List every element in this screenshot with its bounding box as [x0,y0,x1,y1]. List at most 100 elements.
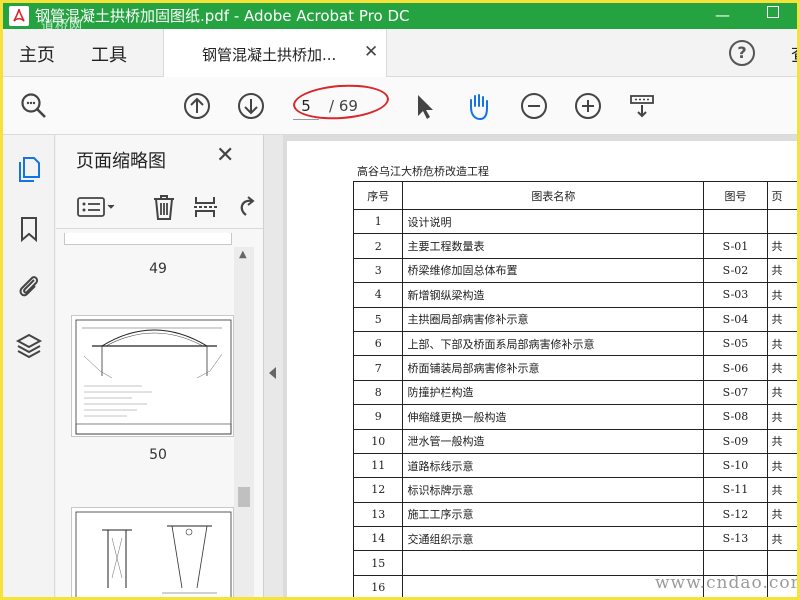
scrollbar-thumb[interactable] [238,487,250,507]
row-drawing-name: 标识标牌示意 [402,477,705,503]
hand-tool-icon[interactable] [463,91,493,121]
row-drawing-name: 伸缩缝更换一般构造 [402,404,705,430]
row-number: 2 [352,233,404,259]
document-view[interactable]: 高谷乌江大桥危桥改造工程 序号 图表名称 图号 页 1 设计说明 2 主要工程数量表 S… [283,135,797,597]
pages-icon[interactable] [15,155,43,183]
row-drawing-name: 桥梁维修加固总体布置 [402,257,705,284]
table-row: 14 交通组织示意 S-13 共 [352,526,797,552]
table-row: 1 设计说明 [352,208,797,235]
row-pages: 共 [766,452,797,479]
row-drawing-code: S-02 [703,257,768,284]
thumbnail-page-51[interactable] [71,507,234,597]
maximize-button[interactable] [767,6,779,18]
row-drawing-code: S-06 [703,355,768,381]
delete-page-icon[interactable] [150,193,178,221]
row-pages [766,208,797,235]
menu-cutoff-label[interactable]: 查 [791,41,797,67]
select-arrow-icon[interactable] [409,91,439,121]
row-drawing-code [703,550,768,576]
table-row: 3 桥梁维修加固总体布置 S-02 共 [352,257,797,284]
zoom-search-icon[interactable] [19,91,49,121]
bookmark-icon[interactable] [15,215,43,243]
pdf-page: 高谷乌江大桥危桥改造工程 序号 图表名称 图号 页 1 设计说明 2 主要工程数量表 S… [287,141,797,597]
minimize-button[interactable]: — [715,5,730,25]
table-row: 2 主要工程数量表 S-01 共 [352,233,797,259]
row-drawing-name [402,550,705,576]
row-number: 3 [352,257,404,284]
document-tab[interactable]: 钢管混凝土拱桥加... ✕ [163,29,387,77]
row-number: 10 [352,428,404,454]
table-row: 5 主拱圈局部病害修补示意 S-04 共 [352,306,797,332]
row-number: 4 [352,282,404,308]
layers-icon[interactable] [15,331,43,359]
zoom-out-icon[interactable] [519,91,549,121]
row-drawing-name: 主要工程数量表 [402,233,705,259]
row-drawing-code: S-11 [703,477,768,503]
page-down-icon[interactable] [236,91,266,121]
collapse-arrow-icon[interactable] [269,367,276,379]
row-pages: 共 [766,282,797,308]
row-pages: 共 [766,233,797,259]
row-pages: 共 [766,379,797,406]
tab-close-icon[interactable]: ✕ [364,42,378,62]
page-number-input[interactable]: 5 [293,92,319,120]
thumbnail-label-49: 49 [149,261,167,277]
document-tab-label: 钢管混凝土拱桥加... [202,46,337,64]
panel-close-icon[interactable]: ✕ [216,143,234,168]
row-pages: 共 [766,526,797,552]
panel-collapse-strip[interactable] [263,135,283,597]
table-row: 15 [352,550,797,576]
thumbnails-panel-title: 页面缩略图 [76,151,166,172]
row-drawing-code: S-05 [703,330,768,357]
help-icon[interactable]: ? [729,40,755,66]
thumbnail-options-icon[interactable] [76,193,120,221]
row-number: 6 [352,330,404,357]
row-number: 16 [352,574,404,597]
thumbnail-page-50[interactable] [71,315,234,437]
table-row: 8 防撞护栏构造 S-07 共 [352,379,797,406]
row-drawing-code: S-07 [703,379,768,406]
rotate-page-icon[interactable] [232,193,260,221]
menu-home[interactable]: 主页 [19,41,55,67]
thumbnail-page-48-edge[interactable] [64,233,232,245]
row-drawing-code: S-01 [703,233,768,259]
row-drawing-name: 道路标线示意 [402,452,705,479]
row-drawing-name: 防撞护栏构造 [402,379,705,406]
table-row: 10 泄水管一般构造 S-09 共 [352,428,797,454]
row-pages: 共 [766,330,797,357]
row-pages [766,550,797,576]
row-drawing-name: 主拱圈局部病害修补示意 [402,306,705,332]
thumbnail-label-50: 50 [149,447,167,463]
row-drawing-code: S-04 [703,306,768,332]
insert-page-icon[interactable] [192,193,220,221]
thumbnails-panel: 页面缩略图 ✕ 49 50 ▲ [56,135,263,597]
row-drawing-name: 新增钢纵梁构造 [402,282,705,308]
row-drawing-code: S-12 [703,501,768,528]
row-number: 7 [352,355,404,381]
scroll-up-icon[interactable]: ▲ [239,249,247,260]
row-number: 13 [352,501,404,528]
row-pages: 共 [766,306,797,332]
bridge-drawing-thumbnail [75,319,232,435]
row-number: 15 [352,550,404,576]
document-heading: 高谷乌江大桥危桥改造工程 [357,165,489,178]
site-watermark: www.cndao.com [655,573,800,593]
menu-tools[interactable]: 工具 [91,41,127,67]
row-pages: 共 [766,355,797,381]
table-row: 6 上部、下部及桥面系局部病害修补示意 S-05 共 [352,330,797,357]
row-pages: 共 [766,404,797,430]
zoom-in-icon[interactable] [573,91,603,121]
row-drawing-name: 桥面铺装局部病害修补示意 [402,355,705,381]
marquee-zoom-icon[interactable] [627,91,657,121]
row-number: 8 [352,379,404,406]
row-number: 9 [352,404,404,430]
row-drawing-name: 设计说明 [402,208,705,235]
thumbnail-scrollbar[interactable]: ▲ [234,247,254,597]
table-row: 12 标识标牌示意 S-11 共 [352,477,797,503]
row-number: 5 [352,306,404,332]
toolbar: 5 / 69 [3,77,797,135]
window-frame: 钢管混凝土拱桥加固图纸.pdf - Adobe Acrobat Pro DC 道… [0,0,800,600]
page-up-icon[interactable] [182,91,212,121]
attachment-icon[interactable] [15,271,43,299]
table-header-row: 序号 图表名称 图号 页 [352,181,797,210]
